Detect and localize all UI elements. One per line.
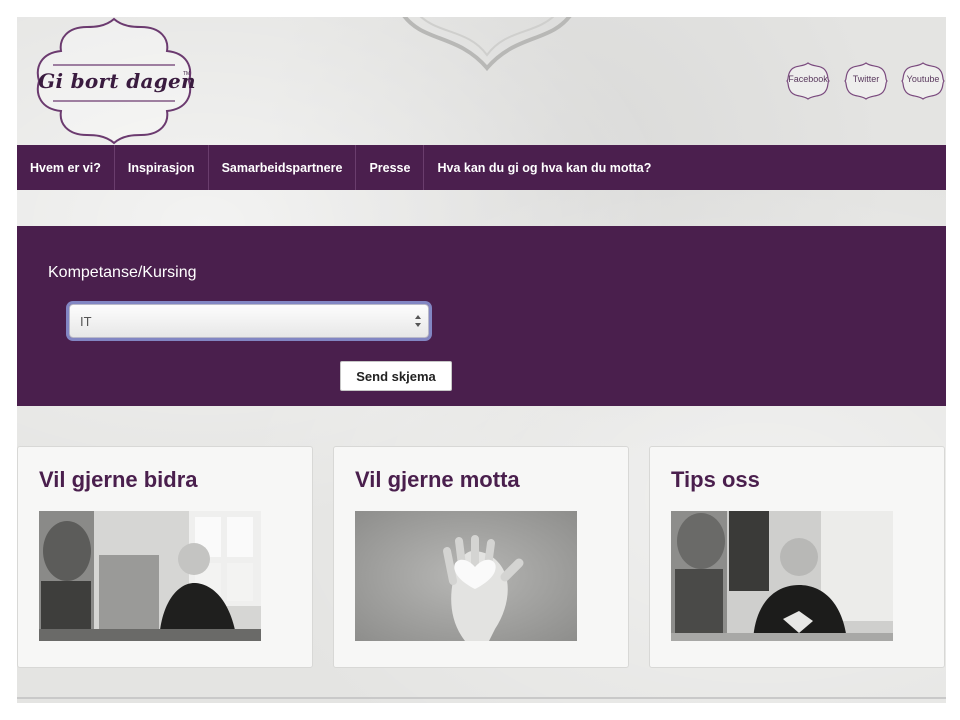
header: Gi bort dagen TM Facebook Twitter Youtub… <box>17 17 946 145</box>
category-select-value: IT <box>80 314 92 329</box>
nav-item-samarbeidspartnere[interactable]: Samarbeidspartnere <box>209 145 357 190</box>
facebook-label: Facebook <box>788 74 828 84</box>
card-title: Tips oss <box>671 467 760 492</box>
facebook-link[interactable]: Facebook <box>785 61 831 101</box>
logo-text: Gi bort dagen <box>38 69 196 93</box>
logo[interactable]: Gi bort dagen TM <box>31 17 197 145</box>
logo-trademark: TM <box>183 71 191 77</box>
card-contribute[interactable]: Vil gjerne bidra <box>17 446 313 668</box>
twitter-link[interactable]: Twitter <box>843 61 889 101</box>
footer-divider <box>17 697 946 699</box>
nav-item-hvem-er-vi[interactable]: Hvem er vi? <box>17 145 115 190</box>
card-receive[interactable]: Vil gjerne motta <box>333 446 629 668</box>
send-form-button[interactable]: Send skjema <box>340 361 452 391</box>
youtube-label: Youtube <box>906 74 940 84</box>
select-arrows-icon <box>415 315 421 327</box>
smiling-man-photo <box>671 511 893 641</box>
category-label: Kompetanse/Kursing <box>48 264 197 281</box>
nav-item-hva-kan-du-gi[interactable]: Hva kan du gi og hva kan du motta? <box>424 145 664 190</box>
page: Gi bort dagen TM Facebook Twitter Youtub… <box>17 17 946 703</box>
card-title: Vil gjerne bidra <box>39 467 198 492</box>
twitter-label: Twitter <box>852 74 880 84</box>
category-select[interactable]: IT <box>69 304 429 338</box>
form-panel: Kompetanse/Kursing IT Send skjema <box>17 226 946 406</box>
nav-item-presse[interactable]: Presse <box>356 145 425 190</box>
main-nav: Hvem er vi? Inspirasjon Samarbeidspartne… <box>17 145 946 190</box>
card-tips[interactable]: Tips oss <box>649 446 945 668</box>
youtube-link[interactable]: Youtube <box>900 61 946 101</box>
nav-item-inspirasjon[interactable]: Inspirasjon <box>115 145 209 190</box>
hand-heart-photo <box>355 511 577 641</box>
people-talking-photo <box>39 511 261 641</box>
ornament-icon <box>402 17 572 72</box>
card-title: Vil gjerne motta <box>355 467 520 492</box>
